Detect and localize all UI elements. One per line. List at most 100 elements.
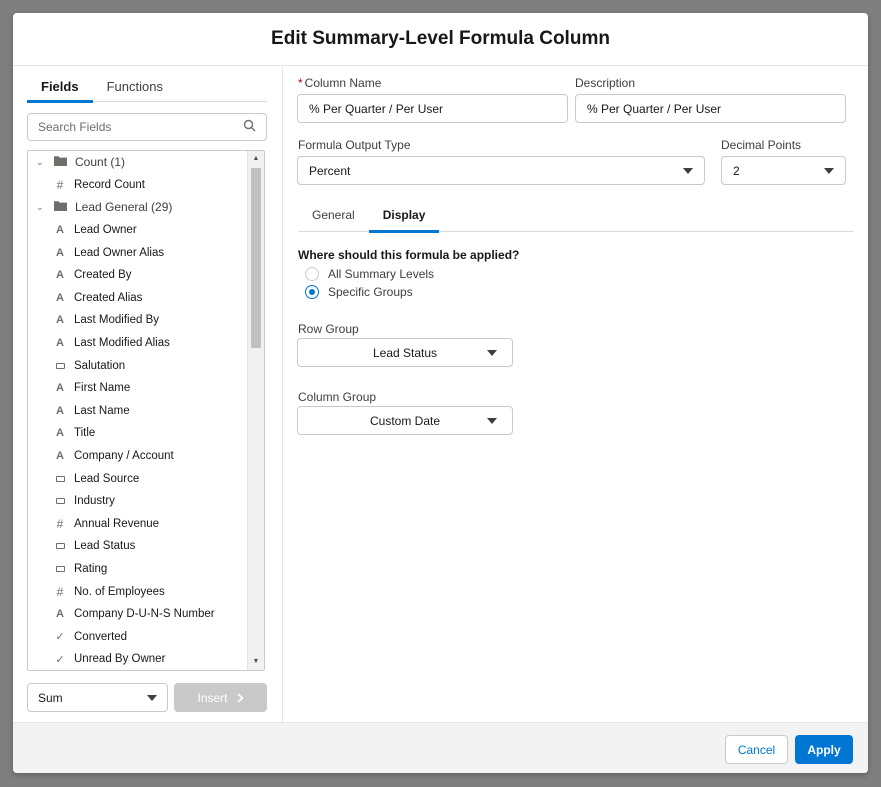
modal-header: Edit Summary-Level Formula Column [13,13,868,66]
tree-field[interactable]: A Company D-U-N-S Number [28,603,248,626]
radio-all-summary-levels[interactable]: All Summary Levels [305,267,434,281]
tree-field[interactable]: A Company / Account [28,445,248,468]
row-group-label: Row Group [298,322,359,336]
tree-field[interactable]: A Last Modified Alias [28,332,248,355]
scrollbar-thumb[interactable] [251,168,261,348]
tree-field[interactable]: # Record Count [28,174,248,197]
apply-button[interactable]: Apply [795,735,853,764]
tree-field-label: Company / Account [74,450,174,463]
search-input[interactable] [38,120,243,134]
number-type-icon: # [56,584,64,599]
tree-field[interactable]: Industry [28,490,248,513]
tab-display[interactable]: Display [368,203,440,233]
tree-field[interactable]: A Lead Owner Alias [28,241,248,264]
modal-footer: Cancel Apply [13,722,868,773]
tree-field[interactable]: Lead Status [28,535,248,558]
tree-field[interactable]: A First Name [28,377,248,400]
tree-folder-label: Lead General (29) [75,200,173,215]
folder-icon [54,155,67,169]
tree-field-label: Lead Owner Alias [74,246,165,259]
description-input[interactable]: % Per Quarter / Per User [575,94,846,123]
tree-field-label: Converted [74,630,128,643]
radio-button[interactable] [305,267,319,281]
tree-field[interactable]: # Annual Revenue [28,513,248,536]
output-type-value: Percent [309,163,351,178]
text-type-icon: A [56,382,64,395]
aggregate-select-value: Sum [38,690,63,705]
scroll-up-arrow-icon[interactable]: ▲ [248,151,264,167]
column-name-label: * Column Name [298,76,382,90]
column-group-select[interactable]: Custom Date [297,406,513,435]
radio-specific-groups[interactable]: Specific Groups [305,285,413,299]
column-group-label: Column Group [298,390,377,404]
fields-tabs: Fields Functions [27,76,267,103]
search-icon[interactable] [243,119,256,135]
chevron-down-icon[interactable]: ⌄ [36,202,46,213]
tree-field[interactable]: A Last Name [28,400,248,423]
insert-button[interactable]: Insert [174,683,267,712]
required-marker: * [298,76,303,90]
number-type-icon: # [56,177,64,192]
folder-icon [54,200,67,214]
column-name-input[interactable]: % Per Quarter / Per User [297,94,568,123]
tree-scrollbar[interactable]: ▲ ▼ [247,151,264,670]
picklist-type-icon [53,360,67,372]
radio-button-checked[interactable] [305,285,319,299]
tree-field[interactable]: ✓ Converted [28,625,248,648]
formula-tabs: General Display [298,203,854,233]
chevron-down-icon[interactable]: ⌄ [36,157,46,168]
tree-field[interactable]: A Last Modified By [28,309,248,332]
tree-field[interactable]: A Created By [28,264,248,287]
tree-field[interactable]: A Created Alias [28,287,248,310]
text-type-icon: A [56,608,64,621]
insert-button-label: Insert [197,690,228,705]
tree-field[interactable]: ✓ Unread By Owner [28,648,248,670]
tab-functions[interactable]: Functions [93,76,177,102]
output-type-label: Formula Output Type [298,138,411,152]
decimal-points-select[interactable]: 2 [721,156,846,185]
aggregate-select[interactable]: Sum [27,683,168,712]
text-type-icon: A [56,314,64,327]
tree-field[interactable]: Lead Source [28,467,248,490]
fields-pane: Fields Functions ⌄ Count (1) # Record Count… [13,66,283,722]
tree-field-label: Lead Source [74,472,140,485]
formula-column-modal: Edit Summary-Level Formula Column Fields… [13,13,868,773]
text-type-icon: A [56,269,64,282]
decimal-points-label: Decimal Points [721,138,802,152]
apply-question: Where should this formula be applied? [298,248,520,262]
tree-field-label: No. of Employees [74,585,165,598]
picklist-type-icon [53,495,67,507]
chevron-down-icon [147,694,157,701]
scroll-down-arrow-icon[interactable]: ▼ [248,654,264,670]
radio-label: All Summary Levels [328,267,435,281]
tree-field-label: Annual Revenue [74,517,160,530]
cancel-button[interactable]: Cancel [725,735,788,764]
text-type-icon: A [56,427,64,440]
output-type-select[interactable]: Percent [297,156,705,185]
checkbox-type-icon: ✓ [55,631,65,644]
tree-field[interactable]: Rating [28,558,248,581]
formula-settings-pane: * Column Name % Per Quarter / Per User De… [284,66,868,722]
tree-field-label: Last Modified Alias [74,337,170,350]
row-group-select[interactable]: Lead Status [297,338,513,367]
tree-field[interactable]: Salutation [28,354,248,377]
tab-fields[interactable]: Fields [27,76,93,103]
tree-folder[interactable]: ⌄ Count (1) [28,151,248,174]
tree-field[interactable]: A Lead Owner [28,219,248,242]
tree-field-label: Lead Status [74,540,136,553]
tree-field-label: Rating [74,562,108,575]
tree-field-label: Created By [74,269,132,282]
tree-folder-label: Count (1) [75,155,126,170]
tree-field[interactable]: # No. of Employees [28,580,248,603]
tree-field-label: Salutation [74,359,126,372]
tree-field-label: Unread By Owner [74,653,166,666]
tree-field-label: Industry [74,495,115,508]
tree-folder[interactable]: ⌄ Lead General (29) [28,196,248,219]
background-page-fragment [0,40,14,787]
tree-field[interactable]: A Title [28,422,248,445]
tree-field-label: First Name [74,382,131,395]
chevron-down-icon [824,167,834,174]
chevron-down-icon [487,350,497,356]
tab-general[interactable]: General [298,203,369,232]
search-fields-box [27,113,267,141]
